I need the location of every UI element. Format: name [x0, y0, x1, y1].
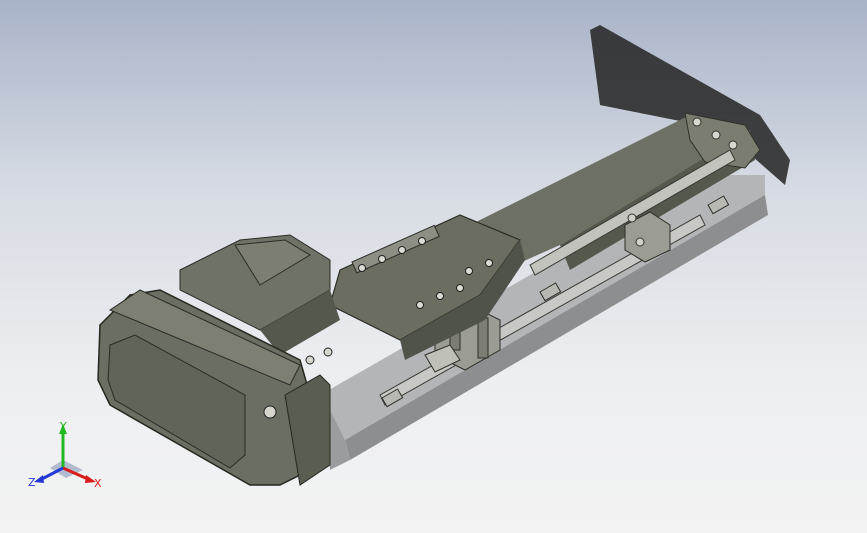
end-cap-bolt — [728, 140, 738, 150]
x-axis-label: X — [94, 477, 102, 490]
linear-actuator-model[interactable] — [0, 0, 867, 533]
y-axis-label: Y — [59, 420, 67, 433]
flange-bolt — [263, 405, 277, 419]
coordinate-triad[interactable]: Y X Z — [28, 420, 108, 490]
flange-bolt — [305, 355, 315, 365]
end-cap-bolt — [692, 117, 702, 127]
end-cap-bolt — [711, 130, 721, 140]
cad-graphics-viewport[interactable]: Y X Z — [0, 0, 867, 533]
flange-bolt — [323, 347, 333, 357]
z-axis-label: Z — [28, 476, 36, 489]
z-axis-line — [39, 466, 64, 482]
